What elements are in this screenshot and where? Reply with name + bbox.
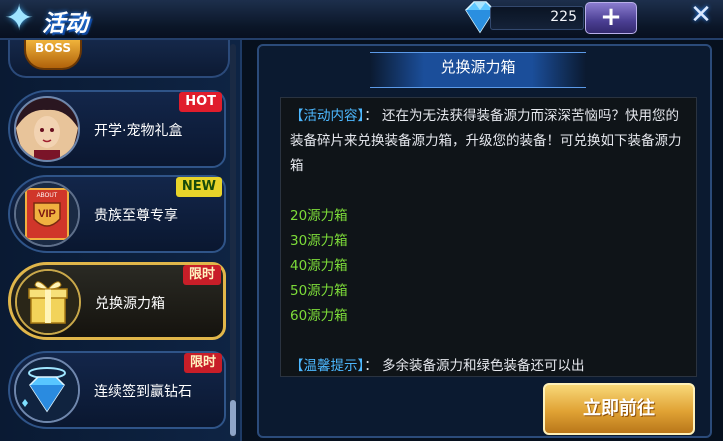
diamond-icon xyxy=(14,357,80,423)
tip-paragraph: 【温馨提示】： 多余装备源力和绿色装备还可以出 xyxy=(290,354,690,379)
list-item-label: 兑换源力箱 xyxy=(95,296,165,312)
gem-count: 225 xyxy=(550,9,577,25)
list-scroll-thumb[interactable] xyxy=(230,400,236,436)
limited-time-badge: 限时 xyxy=(182,265,221,285)
svg-text:VIP: VIP xyxy=(38,208,56,220)
limited-time-badge: 限时 xyxy=(183,353,222,373)
new-badge: NEW xyxy=(175,177,222,197)
svg-text:ABOUT: ABOUT xyxy=(37,193,58,199)
option-line: 30源力箱 xyxy=(290,233,348,249)
add-gems-button[interactable]: + xyxy=(585,2,637,34)
title-area: ✦ 活动 xyxy=(0,0,150,39)
boss-icon: BOSS xyxy=(24,40,82,70)
gem-count-box: 225 xyxy=(490,6,584,30)
tip-heading: 【温馨提示】 xyxy=(290,358,365,374)
page-title: 活动 xyxy=(42,11,88,37)
top-bar: ✦ 活动 225 + ✕ xyxy=(0,0,723,40)
detail-content: 【活动内容】： 还在为无法获得装备源力而深深苦恼吗？快用您的装备碎片来兑换装备源… xyxy=(290,104,690,379)
vip-shield-icon: VIP ABOUT xyxy=(14,181,80,247)
go-now-button[interactable]: 立即前往 xyxy=(543,383,695,435)
option-line: 20源力箱 xyxy=(290,208,348,224)
character-avatar-icon xyxy=(14,96,80,162)
option-line: 50源力箱 xyxy=(290,283,348,299)
star-icon: ✦ xyxy=(4,0,35,39)
list-item-label: 开学·宠物礼盒 xyxy=(94,123,183,139)
list-item-label: 贵族至尊专享 xyxy=(94,208,178,224)
tip-text: ： 多余装备源力和绿色装备还可以出 xyxy=(364,358,585,374)
intro-heading: 【活动内容】 xyxy=(290,108,365,124)
list-item-signin-diamond[interactable]: 连续签到赢钻石 限时 xyxy=(8,351,226,429)
hot-badge: HOT xyxy=(179,92,222,112)
close-button[interactable]: ✕ xyxy=(684,0,718,32)
gift-box-icon xyxy=(15,269,81,335)
detail-title: 兑换源力箱 xyxy=(440,58,516,76)
list-item-exchange-box[interactable]: 兑换源力箱 限时 xyxy=(8,262,226,340)
list-item-pet-gift[interactable]: 开学·宠物礼盒 HOT xyxy=(8,90,226,168)
list-item-vip[interactable]: VIP ABOUT 贵族至尊专享 NEW xyxy=(8,175,226,253)
option-line: 60源力箱 xyxy=(290,308,348,324)
option-line: 40源力箱 xyxy=(290,258,348,274)
list-item-label: 连续签到赢钻石 xyxy=(94,384,192,400)
intro-paragraph: 【活动内容】： 还在为无法获得装备源力而深深苦恼吗？快用您的装备碎片来兑换装备源… xyxy=(290,104,690,179)
list-scrollbar[interactable] xyxy=(230,44,236,438)
